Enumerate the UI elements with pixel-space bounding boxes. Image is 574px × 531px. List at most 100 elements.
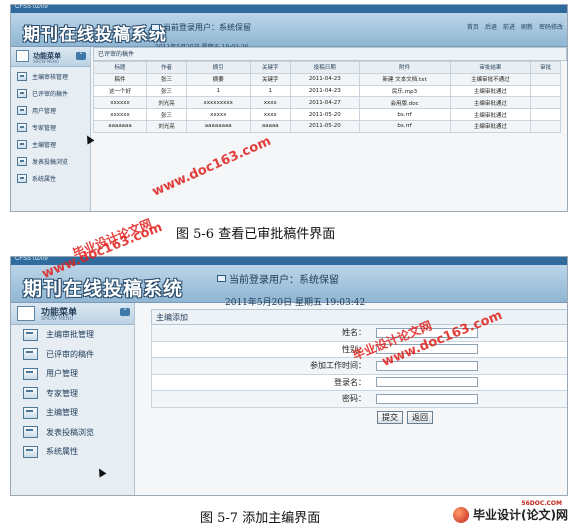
table-cell: aaaaaaa xyxy=(92,119,148,133)
table-cell: 主编审批通过 xyxy=(449,119,532,133)
attachment-link[interactable]: 会用版.doc xyxy=(358,96,451,110)
table-cell: 关键字 xyxy=(249,72,292,86)
table-cell: 2011-04-27 xyxy=(290,96,360,110)
system-title: 期刊在线投稿系统 xyxy=(23,25,167,45)
table-cell: xxxxxxxxx xyxy=(185,96,251,110)
table-cell: 2011-04-23 xyxy=(290,84,360,98)
table-row[interactable]: 这一个好 张三 1 1 2011-04-23 民乐.mp3 主编审批通过 xyxy=(92,84,561,98)
mouse-cursor-icon xyxy=(95,466,107,478)
sidebar-header: 功能菜单 SHOW MENU ⌃ xyxy=(11,303,134,325)
window-caption: CFSS 02/09 xyxy=(15,256,48,262)
attachment-link[interactable]: bs.rrf xyxy=(358,108,451,121)
sidebar-item-chief-review[interactable]: 主编审核管理 xyxy=(11,69,90,84)
collapse-icon[interactable]: ⌃ xyxy=(120,308,130,316)
figure-caption: 图 5-6 查看已审批稿件界面 xyxy=(176,227,336,242)
column-header: 标题 xyxy=(92,61,148,74)
table-cell: 张三 xyxy=(146,72,187,86)
content-area: 主编添加 姓名： 性别： 参加工作时间： 登录名： 密码： 提交 返回 xyxy=(137,303,567,495)
submit-button[interactable]: 提交 xyxy=(377,410,403,424)
column-header: 审批结果 xyxy=(449,61,532,74)
panel-title: 已评审的稿件 xyxy=(93,47,567,61)
sidebar-item-experts[interactable]: 专家管理 xyxy=(11,384,134,404)
table-cell: 2011-04-23 xyxy=(290,72,360,86)
table-cell: 2011-05-20 xyxy=(290,119,360,133)
sidebar-item-editors[interactable]: 主编管理 xyxy=(11,403,134,423)
table-cell: 主编审批通过 xyxy=(449,96,532,110)
sidebar-item-system[interactable]: 系统属性 xyxy=(11,442,134,462)
table-cell: xxxx xyxy=(249,108,292,121)
work-start-label: 参加工作时间： xyxy=(310,361,366,371)
attachment-link[interactable]: 民乐.mp3 xyxy=(358,84,451,98)
table-cell: 主编审批不通过 xyxy=(449,72,532,86)
login-name-input[interactable] xyxy=(376,377,478,388)
sidebar-header: 功能菜单 SHOW MENU ⌃ xyxy=(11,47,90,67)
sidebar-item-reviewed[interactable]: 已评审的稿件 xyxy=(11,345,134,365)
table-row[interactable]: 稿件 张三 摘要 关键字 2011-04-23 新建 文本文档.txt 主编审批不通过 xyxy=(92,72,561,86)
login-name-label: 登录名： xyxy=(334,377,366,387)
column-header: 作者 xyxy=(146,61,187,74)
menu-item-icon xyxy=(23,367,38,380)
header-banner: 期刊在线投稿系统 当前登录用户：系统保留 2011年5月20日 星期五 19:0… xyxy=(11,265,567,308)
link-back[interactable]: 后退 xyxy=(485,22,497,31)
sidebar-item-publish-browse[interactable]: 发表投稿浏览 xyxy=(11,154,90,169)
table-cell: 主编审批通过 xyxy=(449,108,532,121)
menu-item-icon xyxy=(23,445,38,458)
sidebar: 功能菜单 SHOW MENU ⌃ 主编审批管理 已评审的稿件 用户管理 专家管理… xyxy=(11,303,135,495)
link-change-password[interactable]: 密码修改 xyxy=(539,22,563,31)
sidebar-menu: 主编审批管理 已评审的稿件 用户管理 专家管理 主编管理 发表投稿浏览 系统属性 xyxy=(11,325,134,462)
link-refresh[interactable]: 刷新 xyxy=(521,22,533,31)
form-buttons: 提交 返回 xyxy=(151,408,567,424)
sidebar-item-experts[interactable]: 专家管理 xyxy=(11,120,90,135)
table-row[interactable]: xxxxxx 张三 xxxxx xxxx 2011-05-20 bs.rrf 主编审批通过 xyxy=(92,108,561,121)
sidebar-menu: 主编审核管理 已评审的稿件 用户管理 专家管理 主编管理 发表投稿浏览 系统属性 xyxy=(11,69,90,186)
table-row[interactable]: aaaaaaa 刘光亮 aaaaaaaa aaaaa 2011-05-20 bs.rrf 主… xyxy=(92,119,561,133)
column-header: 审批 xyxy=(530,61,561,74)
table-row[interactable]: xxxxxx 刘光亮 xxxxxxxxx xxxx 2011-04-27 会用版.doc 主… xyxy=(92,96,561,110)
table-cell: aaaaa xyxy=(249,119,292,133)
table-cell: 刘光亮 xyxy=(146,119,187,133)
sidebar-subtitle: SHOW MENU xyxy=(41,316,74,322)
table-cell: 1 xyxy=(249,84,292,98)
table-cell: 这一个好 xyxy=(92,84,148,98)
menu-item-icon xyxy=(17,106,27,115)
column-header: 投稿日期 xyxy=(290,61,360,74)
sidebar-item-users[interactable]: 用户管理 xyxy=(11,103,90,118)
table-cell xyxy=(530,108,561,121)
header-banner: 期刊在线投稿系统 当前登录用户：系统保留 2011年5月20日 星期五 19:0… xyxy=(11,13,567,51)
password-input[interactable] xyxy=(376,393,478,404)
add-editor-form: 姓名： 性别： 参加工作时间： 登录名： 密码： 提交 返回 xyxy=(151,325,567,424)
window-caption: CFSS 02/09 xyxy=(15,4,48,10)
menu-item-icon xyxy=(17,72,27,81)
attachment-link[interactable]: 新建 文本文档.txt xyxy=(358,72,451,86)
back-button[interactable]: 返回 xyxy=(407,410,433,424)
top-links: 首页 后退 前进 刷新 密码修改 xyxy=(467,22,563,31)
manuscript-table: 标题 作者 摘引 关键字 投稿日期 附件 审批结果 审批 稿件 张三 摘要 关键字 20… xyxy=(92,61,561,133)
sidebar-item-chief-review[interactable]: 主编审批管理 xyxy=(11,325,134,345)
sidebar-item-editors[interactable]: 主编管理 xyxy=(11,137,90,152)
sidebar-item-reviewed[interactable]: 已评审的稿件 xyxy=(11,86,90,101)
corner-brand-text: 毕业设计(论文)网 xyxy=(473,508,568,522)
sidebar: 功能菜单 SHOW MENU ⌃ 主编审核管理 已评审的稿件 用户管理 专家管理… xyxy=(11,47,95,211)
sidebar-item-users[interactable]: 用户管理 xyxy=(11,364,134,384)
sidebar-item-publish-browse[interactable]: 发表投稿浏览 xyxy=(11,423,134,443)
screenshot-reviewed-manuscripts: CFSS 02/09 期刊在线投稿系统 当前登录用户：系统保留 2011年5月2… xyxy=(10,4,568,212)
menu-item-icon xyxy=(17,174,27,183)
table-cell: 2011-05-20 xyxy=(290,108,360,121)
sidebar-item-system[interactable]: 系统属性 xyxy=(11,171,90,186)
form-row-login: 登录名： xyxy=(151,374,567,391)
current-user: 当前登录用户：系统保留 xyxy=(217,271,339,286)
form-row-name: 姓名： xyxy=(151,325,567,342)
password-label: 密码： xyxy=(342,394,366,404)
link-forward[interactable]: 前进 xyxy=(503,22,515,31)
name-label: 姓名： xyxy=(342,328,366,338)
link-home[interactable]: 首页 xyxy=(467,22,479,31)
table-cell xyxy=(530,72,561,86)
table-cell xyxy=(530,96,561,110)
attachment-link[interactable]: bs.rrf xyxy=(358,119,451,133)
table-cell: xxxxxx xyxy=(92,108,148,121)
collapse-icon[interactable]: ⌃ xyxy=(76,52,86,60)
menu-icon xyxy=(16,50,29,62)
menu-item-icon xyxy=(23,387,38,400)
table-cell: aaaaaaaa xyxy=(185,119,251,133)
screenshot-add-editor: CFSS 02/09 期刊在线投稿系统 当前登录用户：系统保留 2011年5月2… xyxy=(10,256,568,496)
